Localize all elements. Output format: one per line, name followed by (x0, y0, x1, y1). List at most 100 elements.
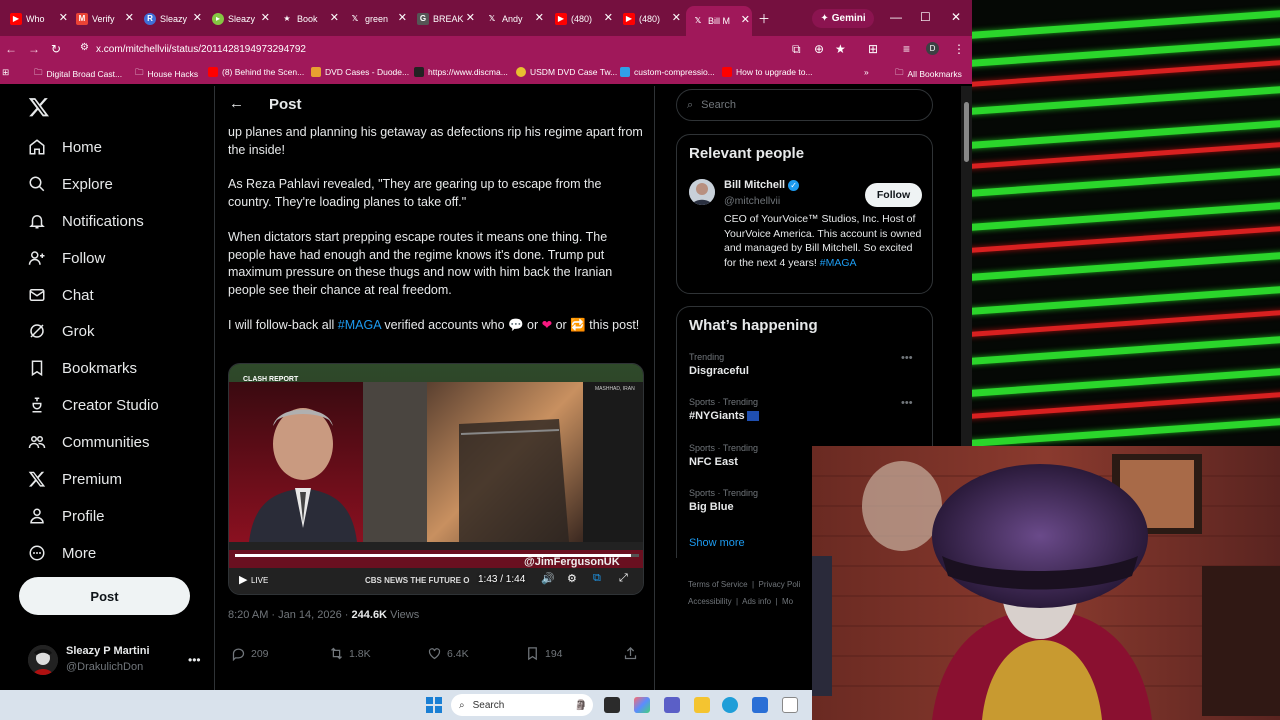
bookmark-item[interactable]: (8) Behind the Scen... (208, 67, 304, 77)
media-icon[interactable]: ≡ (903, 42, 910, 56)
browser-tab[interactable]: ★ Book ✕ (275, 8, 341, 30)
apps-icon[interactable]: ⊞ (2, 67, 9, 78)
x-logo-icon[interactable] (28, 96, 50, 118)
copilot-icon[interactable] (634, 697, 650, 713)
settings-icon[interactable]: ⚙ (567, 572, 577, 585)
more-horizontal-icon[interactable]: ••• (901, 397, 913, 409)
close-icon[interactable]: ✕ (398, 11, 407, 24)
follow-button[interactable]: Follow (865, 183, 922, 207)
post-button[interactable]: Post (19, 577, 190, 615)
browser-tab[interactable]: G BREAK ✕ (411, 8, 477, 30)
all-bookmarks[interactable]: 🗀 All Bookmarks (895, 67, 962, 81)
video-player[interactable]: CLASH REPORT MASHHAD, IRAN @JimFergusonU… (228, 363, 644, 595)
close-icon[interactable]: ✕ (604, 11, 613, 24)
show-more-link[interactable]: Show more (689, 537, 745, 549)
bookmark-item[interactable]: How to upgrade to... (722, 67, 813, 77)
nav-more[interactable]: More (28, 544, 96, 562)
minimize-icon[interactable]: — (890, 10, 902, 24)
play-icon[interactable]: ▶ (239, 573, 247, 586)
account-switcher[interactable]: Sleazy P Martini @DrakulichDon ••• (28, 641, 208, 681)
nav-premium[interactable]: Premium (28, 470, 122, 488)
close-icon[interactable]: ✕ (535, 11, 544, 24)
teams-icon[interactable] (664, 697, 680, 713)
install-icon[interactable]: ⧉ (792, 42, 801, 57)
url-input[interactable]: ⚙ x.com/mitchellvii/status/2011428194973… (72, 39, 748, 60)
close-icon[interactable]: ✕ (261, 11, 270, 24)
nav-grok[interactable]: Grok (28, 322, 95, 340)
nav-follow[interactable]: Follow (28, 249, 105, 267)
maximize-icon[interactable]: ☐ (920, 10, 931, 24)
browser-tab[interactable]: R Sleazy ✕ (138, 8, 204, 30)
nav-bookmarks[interactable]: Bookmarks (28, 359, 137, 377)
video-progress-track[interactable] (235, 554, 639, 557)
more-horizontal-icon[interactable]: ••• (188, 653, 201, 667)
nav-notifications[interactable]: Notifications (28, 212, 144, 230)
task-view-icon[interactable] (604, 697, 620, 713)
nav-creator-studio[interactable]: Creator Studio (28, 396, 159, 414)
bookmark-item[interactable]: custom-compressio... (620, 67, 715, 77)
search-input[interactable]: ⌕ Search (676, 89, 933, 121)
extensions-icon[interactable]: ⊞ (868, 42, 878, 56)
trend-item[interactable]: Trending Disgraceful (689, 352, 749, 377)
trend-item[interactable]: Sports · Trending NFC East (689, 443, 758, 468)
browser-tab[interactable]: 𝕏 Andy ✕ (480, 8, 546, 30)
browser-tab[interactable]: M Verify ✕ (70, 8, 136, 30)
forward-icon[interactable]: → (28, 42, 40, 56)
close-icon[interactable]: ✕ (466, 11, 475, 24)
browser-tab[interactable]: ▶ (480) ✕ (549, 8, 615, 30)
browser-tab[interactable]: ▶ Who ✕ (4, 8, 70, 30)
footer-link[interactable]: Accessibility (688, 597, 732, 606)
browser-tab-active[interactable]: 𝕏 Bill M ✕ (686, 6, 752, 36)
app-icon[interactable] (782, 697, 798, 713)
bookmark-item[interactable]: USDM DVD Case Tw... (516, 67, 617, 77)
close-icon[interactable]: ✕ (330, 11, 339, 24)
close-icon[interactable]: ✕ (193, 11, 202, 24)
hashtag-link[interactable]: #MAGA (820, 257, 857, 269)
kebab-menu-icon[interactable]: ⋮ (953, 42, 965, 56)
browser-tab[interactable]: ▶ (480) ✕ (617, 8, 683, 30)
zoom-icon[interactable]: ⊕ (814, 42, 824, 56)
close-icon[interactable]: ✕ (741, 13, 750, 26)
bookmark-item[interactable]: 🗀 House Hacks (135, 67, 198, 81)
more-horizontal-icon[interactable]: ••• (901, 352, 913, 364)
bookmark-item[interactable]: DVD Cases - Duode... (311, 67, 409, 77)
windows-start-icon[interactable] (426, 697, 442, 713)
like-button[interactable]: 6.4K (427, 646, 469, 661)
share-button[interactable] (623, 646, 638, 661)
repost-button[interactable]: 1.8K (329, 646, 371, 661)
back-icon[interactable]: ← (5, 42, 17, 56)
trend-item[interactable]: Sports · Trending #NYGiants (689, 397, 759, 422)
footer-link[interactable]: Ads info (742, 597, 771, 606)
close-icon[interactable]: ✕ (125, 11, 134, 24)
fullscreen-icon[interactable]: ⤢ (619, 572, 628, 585)
nav-communities[interactable]: Communities (28, 433, 150, 451)
nav-home[interactable]: Home (28, 138, 102, 156)
close-icon[interactable]: ✕ (59, 11, 68, 24)
pip-icon[interactable]: ⧉ (593, 572, 601, 585)
file-explorer-icon[interactable] (694, 697, 710, 713)
store-icon[interactable] (752, 697, 768, 713)
reply-button[interactable]: 209 (231, 646, 269, 661)
bookmark-star-icon[interactable]: ★ (835, 42, 846, 56)
edge-icon[interactable] (722, 697, 738, 713)
bookmark-button[interactable]: 194 (525, 646, 563, 661)
back-arrow-icon[interactable]: ← (229, 95, 244, 112)
close-icon[interactable]: ✕ (672, 11, 681, 24)
scrollbar-thumb[interactable] (964, 102, 969, 162)
reload-icon[interactable]: ↻ (51, 42, 61, 56)
footer-link[interactable]: Terms of Service (688, 580, 748, 589)
new-tab-icon[interactable]: ＋ (758, 10, 770, 27)
bookmark-item[interactable]: https://www.discma... (414, 67, 508, 77)
avatar[interactable] (689, 179, 715, 205)
person-name[interactable]: Bill Mitchell ✓ (724, 179, 800, 191)
footer-link[interactable]: Mo (782, 597, 793, 606)
bookmarks-overflow-icon[interactable]: » (864, 67, 869, 77)
volume-icon[interactable]: 🔊 (541, 572, 555, 585)
footer-link[interactable]: Privacy Poli (759, 580, 801, 589)
taskbar-search[interactable]: ⌕ Search 🗿 (451, 694, 593, 716)
browser-tab[interactable]: ▸ Sleazy ✕ (206, 8, 272, 30)
close-window-icon[interactable]: ✕ (951, 10, 961, 24)
profile-avatar[interactable]: D (926, 42, 939, 55)
hashtag-link[interactable]: #MAGA (338, 318, 381, 332)
nav-explore[interactable]: Explore (28, 175, 113, 193)
